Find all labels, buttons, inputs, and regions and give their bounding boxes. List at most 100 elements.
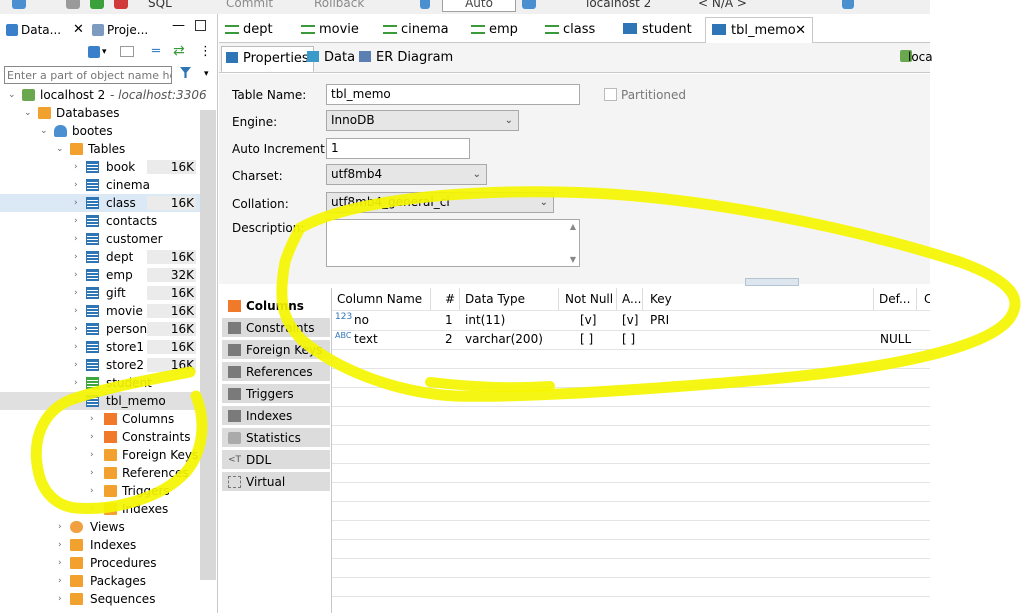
- engine-select[interactable]: InnoDB ⌄: [326, 110, 519, 131]
- partitioned-checkbox[interactable]: [604, 88, 617, 101]
- tab-emp[interactable]: emp: [471, 17, 518, 43]
- column-header-name[interactable]: Column Name: [332, 288, 431, 310]
- chevron-right-icon[interactable]: ›: [90, 410, 94, 428]
- chevron-right-icon[interactable]: ›: [90, 500, 94, 518]
- chevron-up-icon[interactable]: ▲: [570, 222, 576, 231]
- tab-ddl[interactable]: <T DDL: [222, 450, 330, 470]
- chevron-down-icon[interactable]: ⌄: [8, 86, 16, 104]
- tab-statistics[interactable]: Statistics: [222, 428, 330, 448]
- tree-node-connection[interactable]: ⌄ localhost 2 - localhost:3306: [0, 86, 207, 104]
- table-name-input[interactable]: tbl_memo: [326, 84, 580, 105]
- charset-select[interactable]: utf8mb4 ⌄: [326, 164, 487, 185]
- active-connection-select[interactable]: localhost 2: [586, 0, 651, 10]
- tree-node-table[interactable]: › emp 32K: [0, 266, 200, 284]
- chevron-right-icon[interactable]: ›: [90, 428, 94, 446]
- auto-increment-checkbox[interactable]: [ ]: [622, 330, 635, 349]
- new-connection-icon[interactable]: [88, 46, 100, 58]
- chevron-right-icon[interactable]: ›: [74, 158, 78, 176]
- tree-node-procedures[interactable]: › Procedures: [0, 554, 200, 572]
- tree-node-database[interactable]: ⌄ bootes: [0, 122, 200, 140]
- tree-node-table[interactable]: › cinema: [0, 176, 200, 194]
- chevron-down-icon[interactable]: ⌄: [72, 392, 80, 410]
- tab-dept[interactable]: dept: [225, 17, 273, 43]
- maximize-icon[interactable]: [195, 20, 206, 31]
- tree-node-indexes[interactable]: › Indexes: [0, 500, 200, 518]
- tree-node-databases[interactable]: ⌄ Databases: [0, 104, 200, 122]
- link-editor-icon[interactable]: ⇄: [173, 43, 185, 59]
- chevron-right-icon[interactable]: ›: [74, 266, 78, 284]
- new-folder-icon[interactable]: [120, 46, 134, 57]
- tree-node-table[interactable]: › book 16K: [0, 158, 200, 176]
- chevron-right-icon[interactable]: ›: [74, 356, 78, 374]
- tree-node-triggers[interactable]: › Triggers: [0, 482, 200, 500]
- tree-node-columns[interactable]: › Columns: [0, 410, 200, 428]
- tab-data[interactable]: Data: [303, 46, 359, 72]
- tab-tbl-memo[interactable]: tbl_memo ✕: [705, 17, 813, 43]
- plug-icon[interactable]: [66, 0, 80, 9]
- view-menu-icon[interactable]: ⋮: [199, 44, 212, 59]
- chevron-down-icon[interactable]: ⌄: [24, 104, 32, 122]
- tab-triggers[interactable]: Triggers: [222, 384, 330, 404]
- tree-node-views[interactable]: › Views: [0, 518, 200, 536]
- transaction-mode-select[interactable]: Auto: [442, 0, 516, 12]
- tab-student[interactable]: student: [623, 17, 692, 43]
- description-textarea[interactable]: ▲ ▼: [326, 219, 580, 267]
- tree-node-table[interactable]: › store2 16K: [0, 356, 200, 374]
- tree-node-table[interactable]: › movie 16K: [0, 302, 200, 320]
- disconnect-icon[interactable]: [114, 0, 128, 9]
- new-connection-icon[interactable]: [12, 0, 26, 9]
- commit-button[interactable]: Commit: [226, 0, 273, 10]
- chevron-right-icon[interactable]: ›: [58, 554, 62, 572]
- tree-node-table[interactable]: › dept 16K: [0, 248, 200, 266]
- tree-node-table[interactable]: › person 16K: [0, 320, 200, 338]
- collapse-all-icon[interactable]: ═: [152, 44, 160, 59]
- chevron-down-icon[interactable]: ▾: [204, 69, 209, 79]
- tab-class[interactable]: class: [545, 17, 595, 43]
- tab-cinema[interactable]: cinema: [383, 17, 449, 43]
- chevron-right-icon[interactable]: ›: [58, 536, 62, 554]
- close-icon[interactable]: ✕: [795, 18, 806, 44]
- chevron-right-icon[interactable]: ›: [90, 482, 94, 500]
- column-header-default[interactable]: Def...: [874, 288, 917, 310]
- minimize-icon[interactable]: —: [172, 18, 185, 33]
- tree-node-foreign-keys[interactable]: › Foreign Keys: [0, 446, 200, 464]
- tree-node-table[interactable]: › gift 16K: [0, 284, 200, 302]
- chevron-right-icon[interactable]: ›: [74, 194, 78, 212]
- tree-node-packages[interactable]: › Packages: [0, 572, 200, 590]
- filter-icon[interactable]: [180, 67, 191, 78]
- collation-select[interactable]: utf8mb4_general_ci ⌄: [326, 192, 554, 213]
- table-row[interactable]: ABC text 2 varchar(200) [ ] [ ] NULL: [332, 330, 931, 349]
- tree-node-table[interactable]: › store1 16K: [0, 338, 200, 356]
- tree-node-table[interactable]: › student: [0, 374, 200, 392]
- chevron-right-icon[interactable]: ›: [74, 230, 78, 248]
- tab-indexes[interactable]: Indexes: [222, 406, 330, 426]
- table-row[interactable]: 123 no 1 int(11) [v] [v] PRI: [332, 311, 931, 330]
- history-icon[interactable]: [522, 0, 536, 9]
- tab-movie[interactable]: movie: [301, 17, 359, 43]
- active-schema-select[interactable]: < N/A >: [698, 0, 747, 10]
- tree-node-tables[interactable]: ⌄ Tables: [0, 140, 200, 158]
- tree-node-db-indexes[interactable]: › Indexes: [0, 536, 200, 554]
- not-null-checkbox[interactable]: [v]: [580, 311, 596, 330]
- chevron-right-icon[interactable]: ›: [58, 518, 62, 536]
- panel-splitter[interactable]: [745, 278, 799, 286]
- chevron-right-icon[interactable]: ›: [74, 248, 78, 266]
- tab-references[interactable]: References: [222, 362, 330, 382]
- tab-foreign-keys[interactable]: Foreign Keys: [222, 340, 330, 360]
- chevron-right-icon[interactable]: ›: [74, 320, 78, 338]
- chevron-right-icon[interactable]: ›: [90, 464, 94, 482]
- object-filter-input[interactable]: [4, 66, 172, 84]
- chevron-down-icon[interactable]: ▾: [102, 47, 107, 57]
- tab-columns[interactable]: Columns: [222, 296, 330, 316]
- chevron-right-icon[interactable]: ›: [74, 284, 78, 302]
- close-icon[interactable]: ✕: [73, 22, 84, 37]
- tree-node-sequences[interactable]: › Sequences: [0, 590, 200, 608]
- sql-button[interactable]: SQL: [148, 0, 172, 10]
- tree-node-table[interactable]: › class 16K: [0, 194, 200, 212]
- tree-node-table[interactable]: › customer: [0, 230, 200, 248]
- auto-increment-input[interactable]: 1: [326, 138, 470, 159]
- chevron-right-icon[interactable]: ›: [74, 302, 78, 320]
- not-null-checkbox[interactable]: [ ]: [580, 330, 593, 349]
- column-header-data-type[interactable]: Data Type: [460, 288, 559, 310]
- tab-properties[interactable]: Properties: [221, 46, 314, 72]
